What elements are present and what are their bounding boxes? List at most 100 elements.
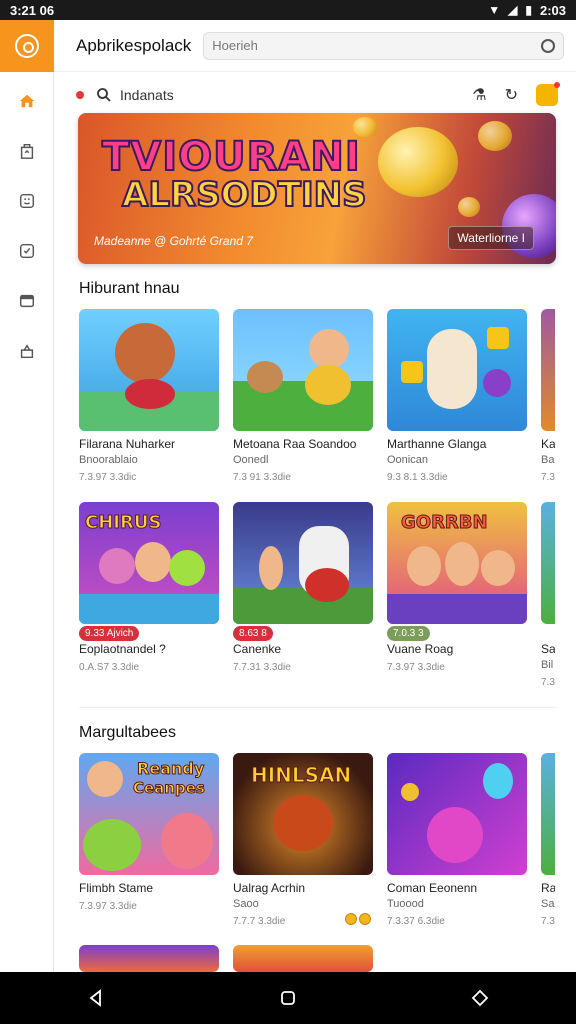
refresh-icon[interactable]: ↻: [505, 85, 518, 105]
game-card[interactable]: Sa Bil 7.3: [541, 502, 555, 688]
app-title: Apbrikespolack: [76, 35, 192, 55]
game-thumbnail: [541, 753, 555, 875]
thumbnail-art-text: HINLSAN: [250, 763, 352, 788]
search-placeholder: Hoerieh: [212, 38, 258, 53]
sidebar-item-bag[interactable]: [0, 126, 54, 176]
game-genre: Bil: [541, 659, 554, 671]
game-thumbnail: [233, 502, 373, 624]
sidebar-item-home[interactable]: [0, 76, 54, 126]
share-icon: [20, 344, 34, 359]
thumbnail-art-text: CHIRUS: [84, 512, 162, 534]
game-thumbnail: [541, 309, 555, 431]
game-genre: Oonican: [387, 454, 428, 466]
app-logo[interactable]: [0, 20, 54, 72]
home-icon: [19, 94, 35, 108]
game-card[interactable]: 8.63 8 Canenke 7.7.31 3.3die: [233, 502, 373, 688]
folder-icon: [19, 294, 35, 308]
game-thumbnail: CHIRUS: [79, 502, 219, 624]
game-thumbnail: [387, 309, 527, 431]
gift-icon[interactable]: [536, 82, 560, 106]
sidebar-item-share[interactable]: [0, 326, 54, 376]
game-badge: 7.0.3 3: [387, 626, 430, 641]
game-stats: 7.3.97 3.3dic: [79, 472, 137, 483]
recents-icon[interactable]: [470, 988, 490, 1008]
game-thumbnail: GORRBN: [387, 502, 527, 624]
game-genre: Oonedl: [233, 454, 269, 466]
game-genre: Bnoorablaio: [79, 454, 138, 466]
game-thumbnail: [541, 502, 555, 624]
game-card[interactable]: Ra Sa 7.3: [541, 753, 555, 927]
hero-subtitle: Madeanne @ Gohrté Grand 7: [94, 234, 253, 248]
thumbnail-art-text: GORRBN: [401, 512, 489, 534]
hero-banner[interactable]: TVIOURANI ALRSODTINS Madeanne @ Gohrté G…: [78, 113, 556, 264]
signal-icon: ◢: [508, 3, 518, 17]
top-bar: Apbrikespolack Hoerieh: [54, 20, 576, 72]
hero-chip[interactable]: Waterliorne I: [448, 226, 534, 250]
system-nav-bar: [0, 972, 576, 1024]
back-icon[interactable]: [86, 988, 106, 1008]
game-name: Eoplaotnandel ?: [79, 642, 166, 656]
game-card[interactable]: Ka Ba 7.3: [541, 309, 555, 483]
bag-icon: [20, 143, 34, 159]
game-card[interactable]: [79, 945, 219, 972]
section-title: Margultabees: [79, 724, 176, 741]
game-genre: Saoo: [233, 898, 259, 910]
game-card[interactable]: Marthanne Glanga Oonican 9.3 8.1 3.3die: [387, 309, 527, 483]
status-bar: 3:21 06 ▼ ◢ ▮ 2:03: [0, 0, 576, 20]
game-row: [79, 945, 373, 972]
game-stats: 7.3.97 3.3die: [387, 662, 445, 673]
game-card[interactable]: CHIRUS 9.33 Ajvich Eoplaotnandel ? 0.A.S…: [79, 502, 219, 688]
status-icons: ▼ ◢ ▮ 2:03: [488, 3, 566, 18]
game-card[interactable]: GORRBN 7.0.3 3 Vuane Roag 7.3.97 3.3die: [387, 502, 527, 688]
game-card[interactable]: Metoana Raa Soandoo Oonedl 7.3 91 3.3die: [233, 309, 373, 483]
game-card[interactable]: Filarana Nuharker Bnoorablaio 7.3.97 3.3…: [79, 309, 219, 483]
game-stats: 9.3 8.1 3.3die: [387, 472, 448, 483]
section-title: Hiburant hnau: [79, 280, 180, 297]
sidebar-item-profile[interactable]: [0, 176, 54, 226]
game-thumbnail: [79, 945, 219, 972]
battery-icon: ▮: [525, 3, 532, 17]
game-card[interactable]: HINLSAN Ualrag Acrhin Saoo 7.7.7 3.3die: [233, 753, 373, 927]
game-name: Marthanne Glanga: [387, 437, 487, 451]
game-stats: 7.7.31 3.3die: [233, 662, 291, 673]
hero-title-line1: TVIOURANI: [101, 134, 361, 180]
game-card[interactable]: [233, 945, 373, 972]
game-card[interactable]: Coman Eeonenn Tuoood 7.3.37 6.3die: [387, 753, 527, 927]
sub-search[interactable]: Indanats: [96, 87, 472, 103]
game-card[interactable]: Reandy Ceanpes Flimbh Stame 7.3.97 3.3di…: [79, 753, 219, 927]
search-input[interactable]: Hoerieh: [203, 31, 564, 60]
game-thumbnail: Reandy Ceanpes: [79, 753, 219, 875]
sub-bar: Indanats ⚗ ↻: [54, 78, 576, 112]
game-row: CHIRUS 9.33 Ajvich Eoplaotnandel ? 0.A.S…: [79, 502, 555, 688]
game-stats: 7.3: [541, 677, 555, 688]
divider: [79, 707, 556, 708]
game-name: Filarana Nuharker: [79, 437, 176, 451]
home-button-icon[interactable]: [278, 988, 298, 1008]
game-thumbnail: [79, 309, 219, 431]
game-thumbnail: [387, 753, 527, 875]
flask-icon[interactable]: ⚗: [472, 85, 486, 105]
game-name: Vuane Roag: [387, 642, 454, 656]
magnifier-icon: [97, 88, 111, 102]
sidebar-item-library[interactable]: [0, 276, 54, 326]
search-icon[interactable]: [541, 38, 555, 53]
thumbnail-art-text: Ceanpes: [133, 779, 206, 798]
notification-dot: [76, 91, 84, 99]
game-genre: Tuoood: [387, 898, 424, 910]
coin-graphic: [458, 197, 480, 217]
check-icon: [19, 243, 35, 259]
game-name: Flimbh Stame: [79, 881, 154, 895]
status-clock: 2:03: [539, 2, 566, 18]
game-thumbnail: [233, 945, 373, 972]
game-stats: 7.3.37 6.3die: [387, 916, 445, 927]
game-stats: 7.3: [541, 916, 555, 927]
sidebar-item-tasks[interactable]: [0, 226, 54, 276]
coin-graphic: [478, 121, 512, 151]
game-badge: 9.33 Ajvich: [79, 626, 140, 641]
game-row: Filarana Nuharker Bnoorablaio 7.3.97 3.3…: [79, 309, 555, 483]
game-genre: Sa: [541, 898, 555, 910]
game-stats: 7.3 91 3.3die: [233, 472, 291, 483]
game-badge: 8.63 8: [233, 626, 273, 641]
game-stats: 0.A.S7 3.3die: [79, 662, 140, 673]
game-name: Ualrag Acrhin: [233, 881, 306, 895]
